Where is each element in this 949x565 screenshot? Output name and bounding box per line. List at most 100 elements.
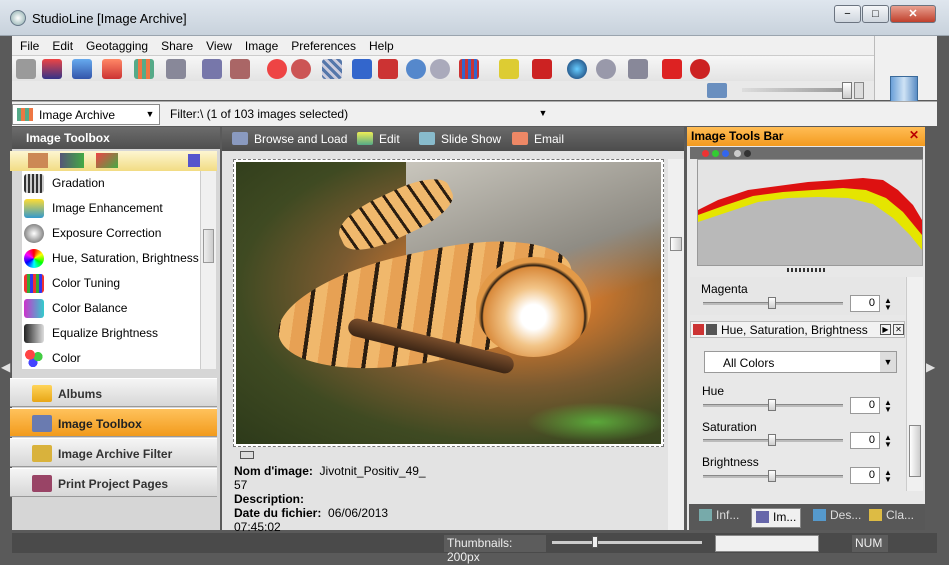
zoom-slider-track[interactable] [742, 88, 844, 92]
calendar-icon[interactable] [202, 59, 222, 79]
scroll-thumb[interactable] [670, 237, 682, 251]
photo-caption-icon[interactable] [240, 451, 254, 459]
menu-geotagging[interactable]: Geotagging [78, 36, 153, 53]
menu-image[interactable]: Image [237, 36, 283, 53]
select-all-icon[interactable] [322, 59, 342, 79]
tool-color[interactable]: Color [22, 346, 200, 371]
saturation-stepper[interactable]: ▲ ▼ [884, 434, 892, 449]
paste-icon[interactable] [102, 59, 122, 79]
hue-stepper[interactable]: ▲ ▼ [884, 399, 892, 414]
brush-icon[interactable] [96, 153, 118, 168]
magenta-stepper[interactable]: ▲ ▼ [884, 297, 892, 312]
rotate-90-icon[interactable] [267, 59, 287, 79]
menu-view[interactable]: View [198, 36, 237, 53]
tools-scrollbar[interactable] [906, 277, 923, 491]
black-channel-icon[interactable] [744, 150, 751, 157]
next-icon[interactable] [378, 59, 398, 79]
minimize-button[interactable]: − [834, 5, 861, 23]
thumbnail-slider-track[interactable] [552, 541, 702, 544]
panel-resize-grip[interactable] [787, 268, 827, 272]
luminance-channel-icon[interactable] [734, 150, 741, 157]
tool-color-balance[interactable]: Color Balance [22, 296, 200, 321]
filmstrip-icon[interactable] [166, 59, 186, 79]
right-panel-collapse-icon[interactable]: ▶ [926, 360, 935, 374]
close-section-icon[interactable]: ✕ [893, 324, 904, 335]
menu-edit[interactable]: Edit [44, 36, 78, 53]
disc-icon[interactable] [596, 59, 616, 79]
thumbnail-slider-knob[interactable] [592, 536, 598, 548]
menu-share[interactable]: Share [153, 36, 198, 53]
tab-edit[interactable]: Edit [357, 132, 400, 146]
saturation-value[interactable]: 0 [850, 432, 880, 449]
tab-info[interactable]: Inf... [699, 508, 739, 528]
red-channel-icon[interactable] [702, 150, 709, 157]
restore-button[interactable]: □ [862, 5, 889, 23]
tool-exposure-correction[interactable]: Exposure Correction [22, 221, 200, 246]
eyedropper-icon[interactable] [230, 59, 250, 79]
cut-icon[interactable] [42, 59, 62, 79]
print-icon[interactable] [628, 59, 648, 79]
close-button[interactable]: ✕ [890, 5, 936, 23]
copy-icon[interactable] [72, 59, 92, 79]
scroll-thumb[interactable] [203, 229, 214, 263]
redo-icon[interactable] [430, 59, 450, 79]
pin-icon[interactable] [532, 59, 552, 79]
magenta-slider-knob[interactable] [768, 297, 776, 309]
photo-frame[interactable] [233, 159, 664, 447]
tab-description[interactable]: Des... [813, 508, 861, 528]
export-icon[interactable] [662, 59, 682, 79]
grid-view-icon[interactable] [134, 59, 154, 79]
rating-star-icon[interactable] [499, 59, 519, 79]
tab-image-tools[interactable]: Im... [751, 508, 802, 528]
nav-albums[interactable]: Albums [10, 378, 217, 407]
green-channel-icon[interactable] [712, 150, 719, 157]
tool-color-tuning[interactable]: Color Tuning [22, 271, 200, 296]
image-view-scrollbar[interactable] [668, 159, 684, 530]
hue-slider-knob[interactable] [768, 399, 776, 411]
close-icon[interactable]: ✕ [909, 128, 919, 142]
saturation-slider-knob[interactable] [768, 434, 776, 446]
brightness-stepper[interactable]: ▲ ▼ [884, 469, 892, 484]
globe-icon[interactable] [567, 59, 587, 79]
color-range-select[interactable]: All Colors ▼ [704, 351, 897, 373]
tab-classification[interactable]: Cla... [869, 508, 914, 528]
undo-icon[interactable] [406, 59, 426, 79]
previous-icon[interactable] [352, 59, 372, 79]
menu-file[interactable]: File [12, 36, 44, 53]
nav-image-toolbox[interactable]: Image Toolbox [10, 408, 217, 437]
text-tool-icon[interactable] [28, 153, 48, 168]
sort-icon[interactable] [459, 59, 479, 79]
nav-print-project-pages[interactable]: Print Project Pages [10, 468, 217, 497]
tab-label: Inf... [716, 508, 740, 522]
magenta-value[interactable]: 0 [850, 295, 880, 312]
hue-value[interactable]: 0 [850, 397, 880, 414]
tool-hue-saturation-brightness[interactable]: Hue, Saturation, Brightness [22, 246, 200, 271]
filter-selector[interactable]: Filter:\ (1 of 103 images selected) ▼ [164, 104, 552, 125]
archive-selector[interactable]: Image Archive ▼ [12, 104, 160, 125]
play-icon[interactable] [188, 154, 200, 167]
blue-channel-icon[interactable] [722, 150, 729, 157]
rotate-back-icon[interactable] [291, 59, 311, 79]
refresh-icon[interactable] [690, 59, 710, 79]
tool-image-enhancement[interactable]: Image Enhancement [22, 196, 200, 221]
blank-tool-icon[interactable] [16, 59, 36, 79]
tool-list-scrollbar[interactable] [200, 171, 216, 369]
nav-image-archive-filter[interactable]: Image Archive Filter [10, 438, 217, 467]
expand-icon[interactable]: ▶ [880, 324, 891, 335]
tab-browse-and-load[interactable]: Browse and Load [232, 132, 347, 146]
brightness-slider-knob[interactable] [768, 470, 776, 482]
tab-slide-show[interactable]: Slide Show [419, 132, 501, 146]
zoom-stepper[interactable] [854, 82, 864, 99]
tab-email[interactable]: Email [512, 132, 564, 146]
left-panel-collapse-icon[interactable]: ◀ [1, 360, 10, 374]
adjust-check-icon[interactable] [60, 153, 84, 168]
menu-preferences[interactable]: Preferences [283, 36, 361, 53]
tool-gradation[interactable]: Gradation [22, 171, 200, 196]
hsb-toggle-icon[interactable] [706, 324, 717, 335]
brightness-value[interactable]: 0 [850, 467, 880, 484]
scroll-thumb[interactable] [909, 425, 921, 477]
menu-help[interactable]: Help [361, 36, 399, 53]
tool-label: Color Tuning [52, 276, 121, 290]
tool-equalize-brightness[interactable]: Equalize Brightness [22, 321, 200, 346]
zoom-slider-knob[interactable] [842, 82, 852, 99]
